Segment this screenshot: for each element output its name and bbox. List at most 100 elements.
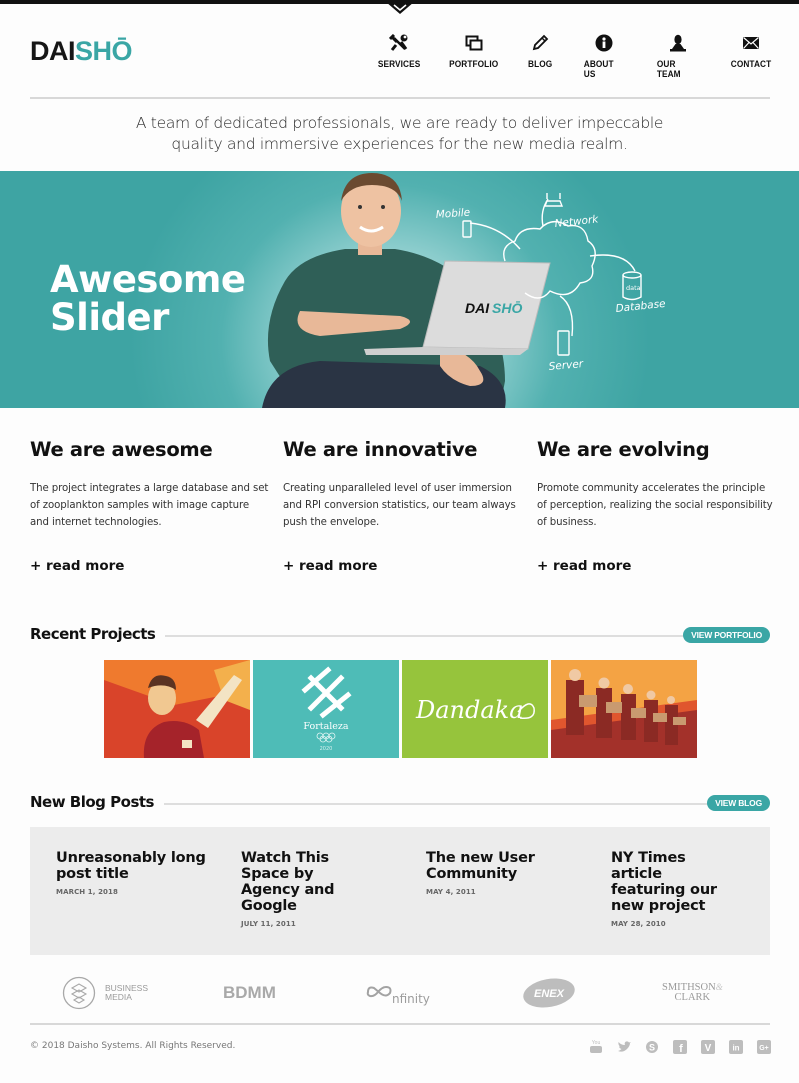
laptop-logo-dark: DAI (465, 300, 490, 316)
blog-post[interactable]: Unreasonably long post title MARCH 1, 20… (56, 850, 206, 896)
windows-icon (462, 32, 486, 54)
partner-text: & (715, 982, 723, 992)
read-more-link[interactable]: + read more (537, 558, 631, 574)
svg-text:S: S (648, 1042, 654, 1052)
vimeo-icon[interactable]: V (700, 1039, 715, 1054)
blog-header: New Blog Posts VIEW BLOG (30, 793, 770, 815)
hero-title-line-2: Slider (50, 296, 169, 339)
partner-enex[interactable]: ENEX (522, 965, 576, 1020)
infinity-logo-icon (366, 985, 392, 997)
svg-text:f: f (679, 1043, 683, 1054)
read-more-link[interactable]: + read more (283, 558, 377, 574)
post-date: MAY 28, 2010 (611, 920, 666, 928)
svg-text:V: V (704, 1043, 711, 1054)
feature-text: The project integrates a large database … (30, 483, 269, 528)
post-date: MAY 4, 2011 (426, 888, 476, 896)
nav-our-team[interactable]: OUR TEAM (655, 32, 701, 79)
linkedin-icon[interactable]: in (728, 1039, 743, 1054)
post-title[interactable]: Unreasonably long post title (56, 850, 206, 882)
feature-title: We are awesome (30, 438, 213, 461)
recent-projects-header: Recent Projects VIEW PORTFOLIO (30, 625, 770, 647)
logo[interactable]: DAISHŌ (30, 36, 133, 67)
copyright: © 2018 Daisho Systems. All Rights Reserv… (30, 1041, 236, 1051)
svg-text:in: in (732, 1043, 739, 1052)
twitter-icon[interactable] (616, 1039, 631, 1054)
project-thumb-fortaleza[interactable]: Fortaleza 2020 (253, 660, 399, 758)
dropdown-toggle-icon[interactable] (386, 2, 414, 14)
section-divider (165, 635, 685, 637)
user-icon (666, 32, 690, 54)
section-divider (160, 803, 708, 805)
partner-business-media[interactable]: BUSINESS MEDIA (62, 965, 148, 1020)
dandaka-caption: Dandaka (415, 696, 524, 724)
project-thumb-workers[interactable] (551, 660, 697, 758)
partner-smithson-clark[interactable]: SMITHSON& CLARK (662, 965, 723, 1020)
nav-about-us[interactable]: ABOUT US (582, 32, 626, 79)
partner-bdmm[interactable]: BDMM (223, 965, 276, 1020)
view-blog-button[interactable]: VIEW BLOG (707, 795, 770, 811)
post-title[interactable]: NY Times article featuring our new proje… (611, 850, 731, 914)
diagram-label-server: Server (548, 358, 584, 373)
post-title[interactable]: The new User Community (426, 850, 551, 882)
section-title: New Blog Posts (30, 793, 164, 811)
nav-label: CONTACT (730, 59, 772, 69)
hero-slider[interactable]: DAI SHŌ Mobile Network Database data Ser… (0, 171, 799, 408)
logo-accent-text: SHŌ (75, 36, 133, 66)
partner-text: CLARK (674, 992, 711, 1003)
nav-blog[interactable]: BLOG (527, 32, 553, 69)
blog-post[interactable]: Watch This Space by Agency and Google JU… (241, 850, 351, 928)
tagline: A team of dedicated professionals, we ar… (0, 113, 799, 155)
feature-column: We are evolving Promote community accele… (537, 438, 777, 574)
nav-label: OUR TEAM (656, 59, 681, 79)
partner-logos: BUSINESS MEDIA BDMM nfinity ENEX SMITHSO… (30, 965, 770, 1020)
nav-contact[interactable]: CONTACT (730, 32, 772, 69)
feature-text: Promote community accelerates the princi… (537, 483, 773, 528)
diagram-label-mobile: Mobile (435, 207, 470, 221)
envelope-icon (739, 32, 763, 54)
business-media-logo-icon (62, 976, 96, 1009)
fortaleza-caption: Fortaleza (303, 721, 348, 732)
section-title: Recent Projects (30, 625, 166, 643)
hero-title-line-1: Awesome (50, 258, 246, 301)
view-portfolio-button[interactable]: VIEW PORTFOLIO (683, 627, 770, 643)
fortaleza-year: 2020 (320, 746, 333, 752)
tagline-line-2: quality and immersive experiences for th… (171, 135, 628, 153)
enex-logo-icon: ENEX (523, 977, 575, 1008)
feature-column: We are awesome The project integrates a … (30, 438, 270, 574)
hero-title: Awesome Slider (50, 261, 246, 337)
nav-portfolio[interactable]: PORTFOLIO (449, 32, 498, 69)
info-icon (592, 32, 616, 54)
feature-title: We are innovative (283, 438, 478, 461)
laptop-logo-accent: SHŌ (492, 299, 522, 316)
feature-text: Creating unparalleled level of user imme… (283, 483, 516, 528)
diagram-label-database: Database (615, 298, 666, 315)
blog-posts: Unreasonably long post title MARCH 1, 20… (30, 827, 770, 955)
nav-label: ABOUT US (583, 59, 614, 79)
logo-dark-text: DAI (30, 36, 76, 66)
diagram-label-data: data (626, 284, 641, 292)
partner-text: MEDIA (105, 991, 132, 1002)
social-links: You S f V in G+ (575, 1039, 771, 1054)
footer-divider (30, 1023, 770, 1025)
google-plus-icon[interactable]: G+ (756, 1039, 771, 1054)
project-thumb-dandaka[interactable]: Dandaka (402, 660, 548, 758)
nav-label: BLOG (527, 59, 553, 69)
partner-text: nfinity (392, 991, 430, 1006)
post-date: MARCH 1, 2018 (56, 888, 118, 896)
read-more-link[interactable]: + read more (30, 558, 124, 574)
olympic-rings-icon (316, 732, 336, 743)
nav-services[interactable]: SERVICES (377, 32, 421, 69)
skype-icon[interactable]: S (644, 1039, 659, 1054)
post-date: JULY 11, 2011 (241, 920, 296, 928)
project-thumb-retro[interactable] (104, 660, 250, 758)
blog-post[interactable]: NY Times article featuring our new proje… (611, 850, 731, 928)
youtube-icon[interactable]: You (588, 1039, 603, 1054)
nav-label: SERVICES (377, 59, 421, 69)
tagline-line-1: A team of dedicated professionals, we ar… (135, 114, 664, 132)
facebook-icon[interactable]: f (672, 1039, 687, 1054)
tools-icon (387, 32, 411, 54)
post-title[interactable]: Watch This Space by Agency and Google (241, 850, 351, 914)
partner-infinity[interactable]: nfinity (364, 965, 430, 1020)
pencil-icon (528, 32, 552, 54)
blog-post[interactable]: The new User Community MAY 4, 2011 (426, 850, 551, 896)
